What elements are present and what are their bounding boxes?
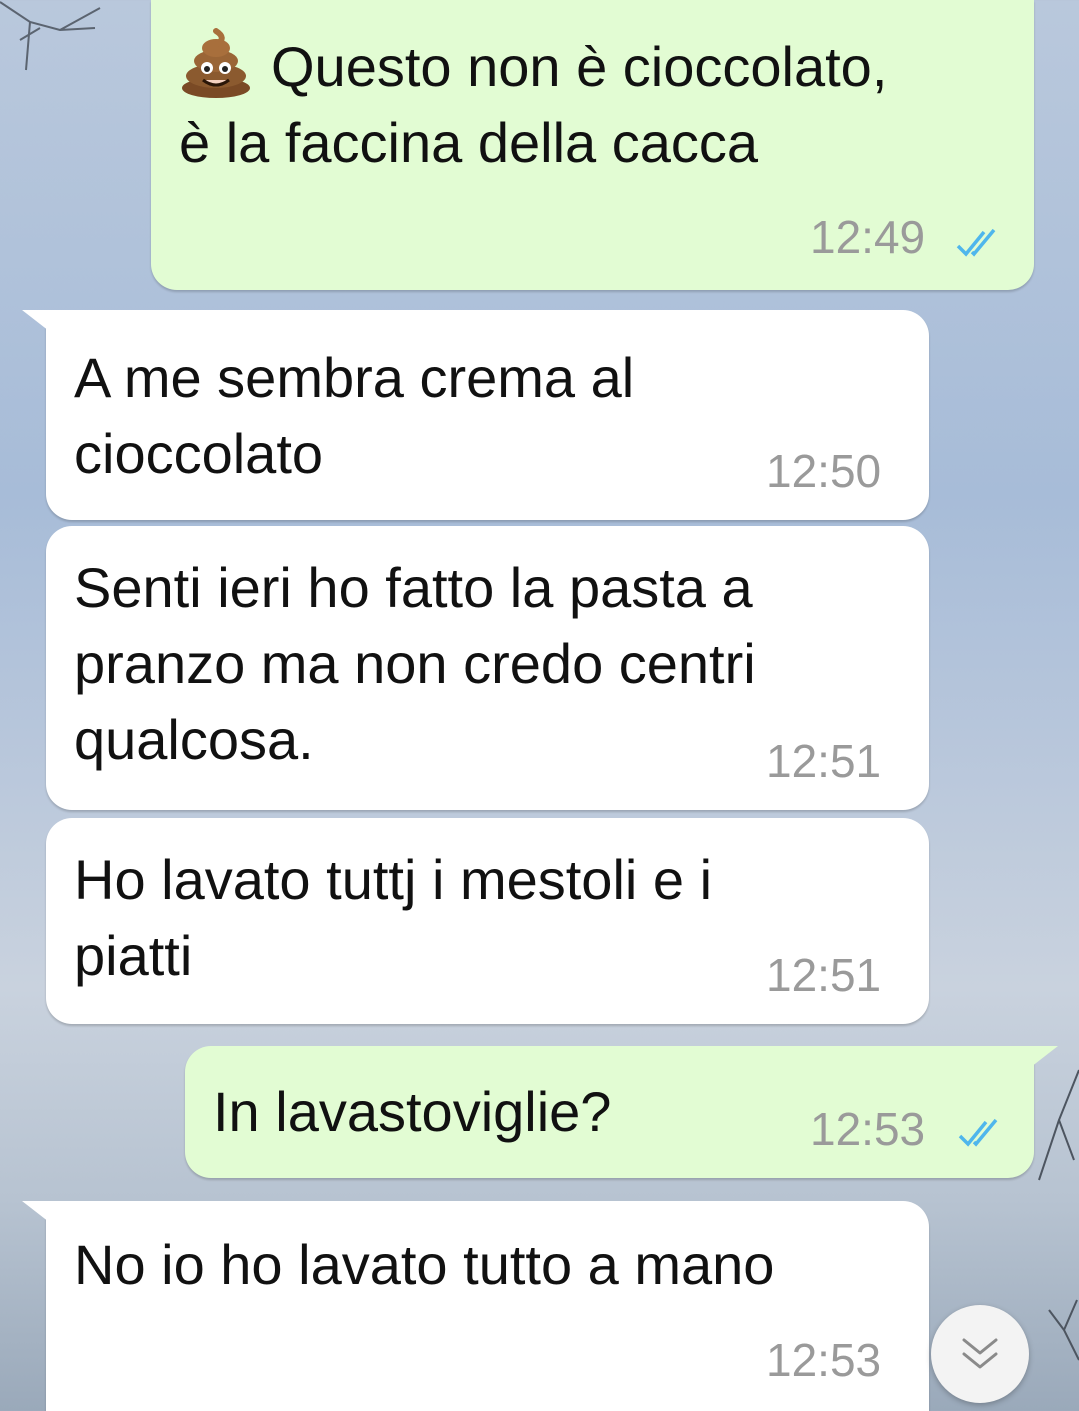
message-bubble-incoming[interactable]: A me sembra crema al cioccolato 12:50 bbox=[22, 310, 929, 520]
double-check-icon bbox=[958, 1118, 998, 1147]
message-text: A me sembra crema al cioccolato bbox=[74, 346, 635, 485]
chevron-double-down-icon bbox=[962, 1338, 998, 1369]
scroll-to-bottom-button[interactable] bbox=[931, 1305, 1029, 1403]
message-bubble-incoming[interactable]: No io ho lavato tutto a mano 12:53 bbox=[22, 1201, 929, 1411]
message-text: Ho lavato tuttj i mestoli e i piatti bbox=[74, 848, 713, 987]
double-check-icon bbox=[956, 228, 996, 257]
message-text: Senti ieri ho fatto la pasta a pranzo ma… bbox=[74, 556, 756, 771]
message-timestamp: 12:53 bbox=[810, 1103, 926, 1155]
message-timestamp: 12:51 bbox=[766, 949, 882, 1001]
background-branch bbox=[0, 1, 101, 71]
message-timestamp: 12:50 bbox=[766, 445, 882, 497]
message-bubble-outgoing[interactable]: In lavastoviglie? 12:53 bbox=[185, 1046, 1058, 1178]
message-text: In lavastoviglie? bbox=[213, 1080, 612, 1143]
message-timestamp: 12:53 bbox=[766, 1334, 882, 1386]
message-bubble-incoming[interactable]: Ho lavato tuttj i mestoli e i piatti 12:… bbox=[46, 818, 929, 1024]
message-text: No io ho lavato tutto a mano bbox=[74, 1233, 775, 1296]
message-bubble-incoming[interactable]: Senti ieri ho fatto la pasta a pranzo ma… bbox=[46, 526, 929, 810]
message-timestamp: 12:49 bbox=[810, 211, 926, 263]
message-timestamp: 12:51 bbox=[766, 735, 882, 787]
message-bubble-outgoing[interactable]: Questo non è cioccolato, è la faccina de… bbox=[151, 0, 1034, 290]
pile-of-poo-icon bbox=[182, 28, 250, 98]
message-text: Questo non è cioccolato, è la faccina de… bbox=[179, 28, 887, 181]
